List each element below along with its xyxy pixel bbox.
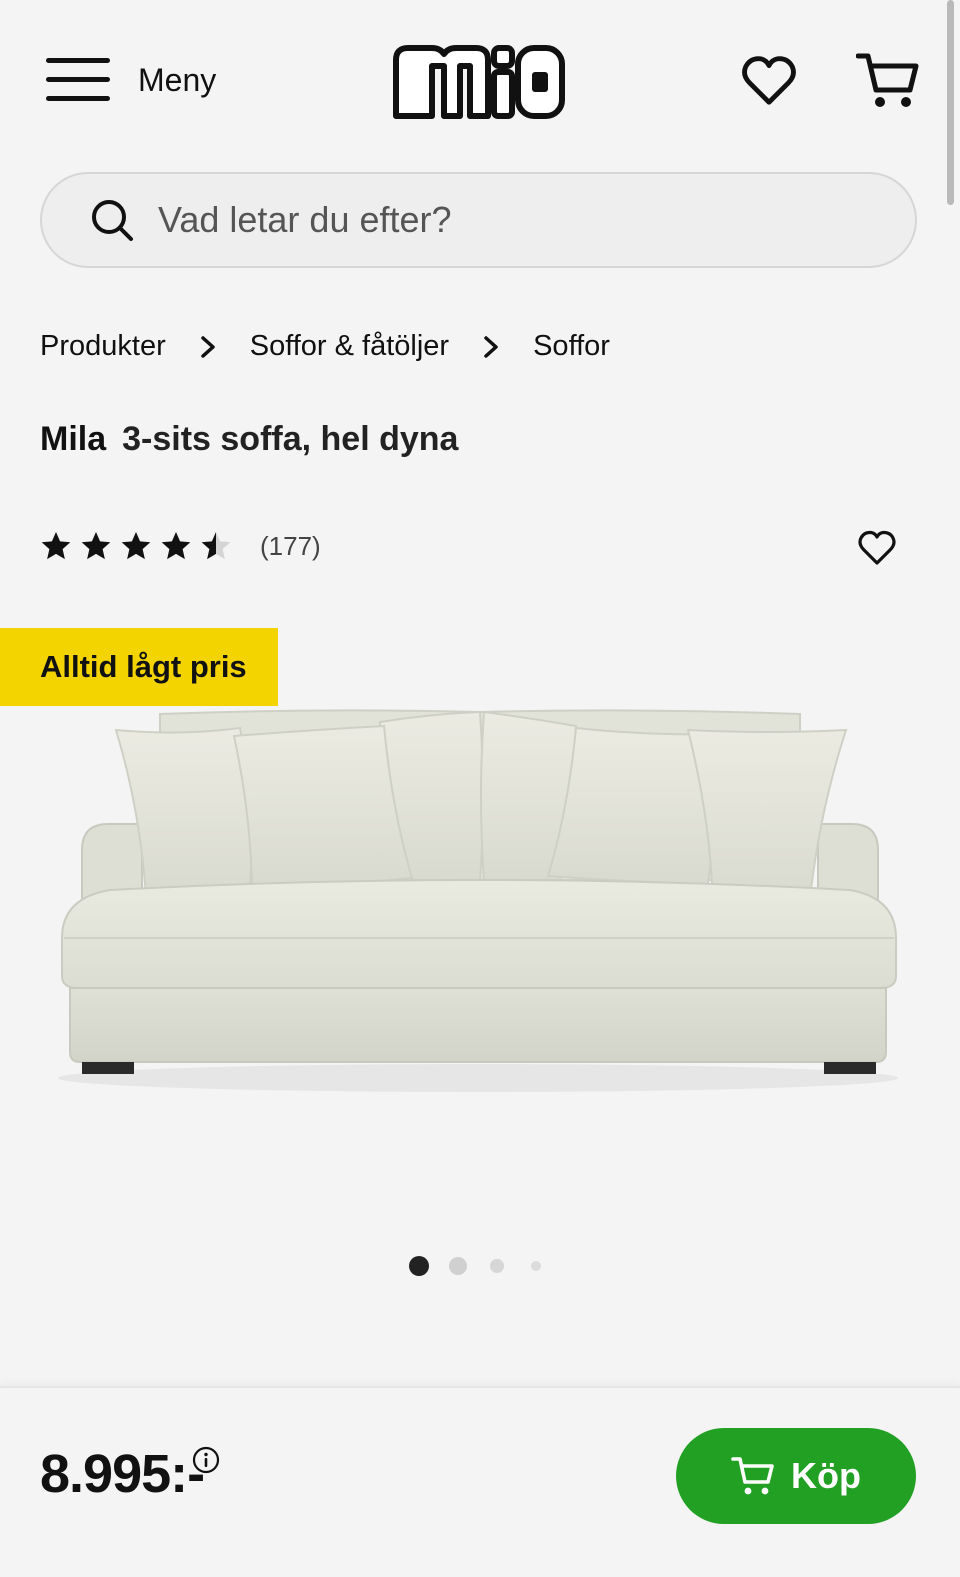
- product-wishlist-heart-icon[interactable]: [857, 528, 897, 568]
- search-bar[interactable]: [40, 172, 917, 268]
- carousel-dot-2: [449, 1257, 467, 1275]
- wishlist-heart-icon[interactable]: [740, 52, 798, 110]
- breadcrumb: Produkter Soffor & fåtöljer Soffor: [40, 330, 610, 363]
- carousel-dot-4: [531, 1261, 541, 1271]
- star-icon: [81, 532, 111, 560]
- chevron-right-icon: [200, 335, 215, 358]
- cart-icon[interactable]: [856, 50, 920, 112]
- buy-button[interactable]: Köp: [676, 1428, 916, 1524]
- search-input[interactable]: [158, 199, 838, 241]
- mio-logo[interactable]: [390, 42, 566, 122]
- product-page: Meny Produkter: [0, 0, 960, 1577]
- carousel-dot-1: [409, 1256, 429, 1276]
- product-image-sofa[interactable]: [0, 700, 960, 1150]
- site-header: Meny: [0, 0, 960, 160]
- product-name: Mila: [40, 420, 107, 458]
- product-price: 8.995:-: [40, 1444, 205, 1504]
- cart-icon: [731, 1457, 774, 1495]
- page-scrollbar[interactable]: [947, 0, 954, 205]
- review-count: (177): [260, 530, 321, 561]
- product-title: Mila 3-sits soffa, hel dyna: [40, 420, 458, 459]
- search-icon: [92, 200, 133, 241]
- carousel-dots[interactable]: [408, 1254, 548, 1278]
- hamburger-icon: [46, 56, 110, 104]
- breadcrumb-link-produkter[interactable]: Produkter: [40, 330, 166, 363]
- star-rating: [40, 530, 240, 562]
- star-icon: [41, 532, 71, 560]
- product-rating[interactable]: (177): [40, 530, 321, 562]
- breadcrumb-link-soffor[interactable]: Soffor: [533, 330, 610, 363]
- menu-button[interactable]: Meny: [46, 56, 216, 104]
- sticky-buy-bar: 8.995:- Köp: [0, 1386, 960, 1577]
- star-icon: [121, 532, 151, 560]
- chevron-right-icon: [484, 335, 498, 358]
- product-description: 3-sits soffa, hel dyna: [122, 420, 459, 458]
- carousel-dot-3: [490, 1259, 504, 1273]
- buy-button-label: Köp: [791, 1455, 861, 1496]
- star-icon: [161, 532, 191, 560]
- half-star-icon: [201, 532, 231, 560]
- low-price-badge: Alltid lågt pris: [0, 628, 278, 706]
- breadcrumb-link-soffor-fatoljer[interactable]: Soffor & fåtöljer: [250, 330, 449, 363]
- info-icon[interactable]: [192, 1446, 220, 1474]
- menu-label: Meny: [138, 61, 217, 98]
